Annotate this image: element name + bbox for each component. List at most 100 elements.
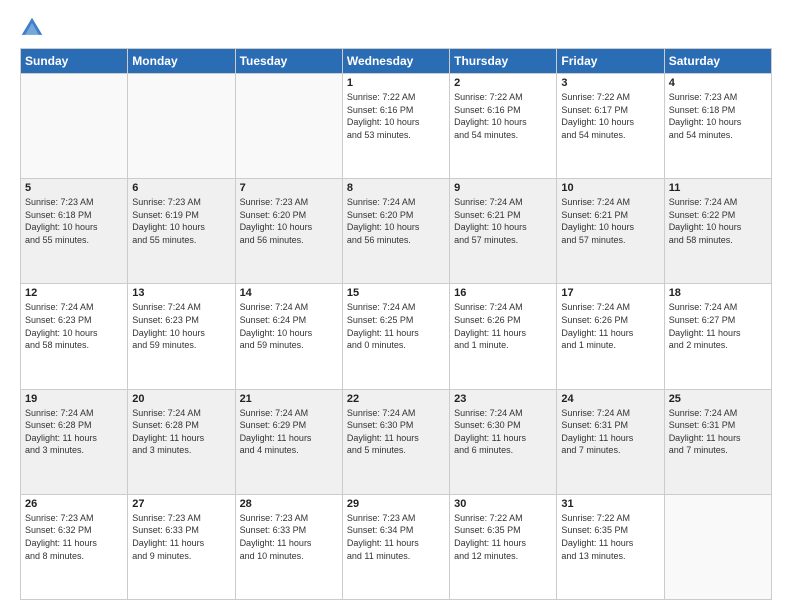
day-number: 27 bbox=[132, 498, 230, 510]
day-number: 10 bbox=[561, 182, 659, 194]
day-info: Sunrise: 7:24 AM Sunset: 6:22 PM Dayligh… bbox=[669, 196, 767, 246]
day-info: Sunrise: 7:24 AM Sunset: 6:24 PM Dayligh… bbox=[240, 301, 338, 351]
calendar-week-row: 26 Sunrise: 7:23 AM Sunset: 6:32 PM Dayli… bbox=[21, 494, 772, 599]
table-row: 21Sunrise: 7:24 AM Sunset: 6:29 PM Dayli… bbox=[235, 389, 342, 494]
day-info: Sunrise: 7:22 AM Sunset: 6:16 PM Dayligh… bbox=[454, 91, 552, 141]
day-info: Sunrise: 7:24 AM Sunset: 6:21 PM Dayligh… bbox=[561, 196, 659, 246]
day-info: Sunrise: 7:24 AM Sunset: 6:21 PM Dayligh… bbox=[454, 196, 552, 246]
table-row: 23 Sunrise: 7:24 AM Sunset: 6:30 PM Dayli… bbox=[450, 389, 557, 494]
day-info: Sunrise: 7:24 AM Sunset: 6:23 PM Dayligh… bbox=[132, 301, 230, 351]
day-info: Sunrise: 7:24 AM Sunset: 6:20 PM Dayligh… bbox=[347, 196, 445, 246]
day-number: 17 bbox=[561, 287, 659, 299]
day-info: Sunrise: 7:22 AM Sunset: 6:16 PM Dayligh… bbox=[347, 91, 445, 141]
day-number: 25 bbox=[669, 393, 767, 405]
day-info: Sunrise: 7:24 AM Sunset: 6:26 PM Dayligh… bbox=[454, 301, 552, 351]
day-number: 28 bbox=[240, 498, 338, 510]
table-row: 8 Sunrise: 7:24 AM Sunset: 6:20 PM Daylig… bbox=[342, 179, 449, 284]
day-number: 3 bbox=[561, 77, 659, 89]
calendar-week-row: 12Sunrise: 7:24 AM Sunset: 6:23 PM Dayli… bbox=[21, 284, 772, 389]
day-number: 4 bbox=[669, 77, 767, 89]
table-row: 2 Sunrise: 7:22 AM Sunset: 6:16 PM Daylig… bbox=[450, 74, 557, 179]
day-number: 31 bbox=[561, 498, 659, 510]
calendar: SundayMondayTuesdayWednesdayThursdayFrid… bbox=[20, 48, 772, 600]
day-number: 29 bbox=[347, 498, 445, 510]
table-row: 27 Sunrise: 7:23 AM Sunset: 6:33 PM Dayli… bbox=[128, 494, 235, 599]
table-row: 10 Sunrise: 7:24 AM Sunset: 6:21 PM Dayli… bbox=[557, 179, 664, 284]
day-info: Sunrise: 7:23 AM Sunset: 6:32 PM Dayligh… bbox=[25, 512, 123, 562]
table-row: 14 Sunrise: 7:24 AM Sunset: 6:24 PM Dayli… bbox=[235, 284, 342, 389]
day-info: Sunrise: 7:24 AM Sunset: 6:27 PM Dayligh… bbox=[669, 301, 767, 351]
day-number: 13 bbox=[132, 287, 230, 299]
table-row: 9 Sunrise: 7:24 AM Sunset: 6:21 PM Daylig… bbox=[450, 179, 557, 284]
day-info: Sunrise: 7:24 AM Sunset: 6:28 PM Dayligh… bbox=[132, 407, 230, 457]
table-row: 18 Sunrise: 7:24 AM Sunset: 6:27 PM Dayli… bbox=[664, 284, 771, 389]
day-number: 7 bbox=[240, 182, 338, 194]
table-row: 15 Sunrise: 7:24 AM Sunset: 6:25 PM Dayli… bbox=[342, 284, 449, 389]
day-number: 16 bbox=[454, 287, 552, 299]
weekday-header-tuesday: Tuesday bbox=[235, 49, 342, 74]
calendar-week-row: 19 Sunrise: 7:24 AM Sunset: 6:28 PM Dayli… bbox=[21, 389, 772, 494]
table-row: 1Sunrise: 7:22 AM Sunset: 6:16 PM Daylig… bbox=[342, 74, 449, 179]
logo-icon bbox=[20, 16, 44, 40]
day-number: 9 bbox=[454, 182, 552, 194]
weekday-header-row: SundayMondayTuesdayWednesdayThursdayFrid… bbox=[21, 49, 772, 74]
day-number: 20 bbox=[132, 393, 230, 405]
table-row: 3 Sunrise: 7:22 AM Sunset: 6:17 PM Daylig… bbox=[557, 74, 664, 179]
day-info: Sunrise: 7:23 AM Sunset: 6:34 PM Dayligh… bbox=[347, 512, 445, 562]
day-number: 21 bbox=[240, 393, 338, 405]
day-info: Sunrise: 7:24 AM Sunset: 6:30 PM Dayligh… bbox=[347, 407, 445, 457]
day-info: Sunrise: 7:24 AM Sunset: 6:30 PM Dayligh… bbox=[454, 407, 552, 457]
day-number: 15 bbox=[347, 287, 445, 299]
day-number: 30 bbox=[454, 498, 552, 510]
day-info: Sunrise: 7:22 AM Sunset: 6:35 PM Dayligh… bbox=[454, 512, 552, 562]
header bbox=[20, 16, 772, 40]
day-info: Sunrise: 7:24 AM Sunset: 6:31 PM Dayligh… bbox=[561, 407, 659, 457]
table-row: 31 Sunrise: 7:22 AM Sunset: 6:35 PM Dayli… bbox=[557, 494, 664, 599]
day-info: Sunrise: 7:23 AM Sunset: 6:18 PM Dayligh… bbox=[25, 196, 123, 246]
weekday-header-thursday: Thursday bbox=[450, 49, 557, 74]
table-row bbox=[664, 494, 771, 599]
day-number: 14 bbox=[240, 287, 338, 299]
day-info: Sunrise: 7:23 AM Sunset: 6:33 PM Dayligh… bbox=[240, 512, 338, 562]
day-info: Sunrise: 7:22 AM Sunset: 6:35 PM Dayligh… bbox=[561, 512, 659, 562]
day-number: 11 bbox=[669, 182, 767, 194]
day-number: 2 bbox=[454, 77, 552, 89]
table-row: 19 Sunrise: 7:24 AM Sunset: 6:28 PM Dayli… bbox=[21, 389, 128, 494]
table-row: 4 Sunrise: 7:23 AM Sunset: 6:18 PM Daylig… bbox=[664, 74, 771, 179]
day-info: Sunrise: 7:23 AM Sunset: 6:18 PM Dayligh… bbox=[669, 91, 767, 141]
table-row: 12Sunrise: 7:24 AM Sunset: 6:23 PM Dayli… bbox=[21, 284, 128, 389]
day-number: 18 bbox=[669, 287, 767, 299]
day-info: Sunrise: 7:22 AM Sunset: 6:17 PM Dayligh… bbox=[561, 91, 659, 141]
day-info: Sunrise: 7:24 AM Sunset: 6:31 PM Dayligh… bbox=[669, 407, 767, 457]
day-info: Sunrise: 7:24 AM Sunset: 6:26 PM Dayligh… bbox=[561, 301, 659, 351]
table-row: 28 Sunrise: 7:23 AM Sunset: 6:33 PM Dayli… bbox=[235, 494, 342, 599]
day-number: 5 bbox=[25, 182, 123, 194]
table-row: 17 Sunrise: 7:24 AM Sunset: 6:26 PM Dayli… bbox=[557, 284, 664, 389]
page: SundayMondayTuesdayWednesdayThursdayFrid… bbox=[0, 0, 792, 612]
weekday-header-saturday: Saturday bbox=[664, 49, 771, 74]
table-row: 22Sunrise: 7:24 AM Sunset: 6:30 PM Dayli… bbox=[342, 389, 449, 494]
day-info: Sunrise: 7:23 AM Sunset: 6:20 PM Dayligh… bbox=[240, 196, 338, 246]
table-row: 30 Sunrise: 7:22 AM Sunset: 6:35 PM Dayli… bbox=[450, 494, 557, 599]
table-row: 11 Sunrise: 7:24 AM Sunset: 6:22 PM Dayli… bbox=[664, 179, 771, 284]
day-number: 8 bbox=[347, 182, 445, 194]
day-number: 19 bbox=[25, 393, 123, 405]
day-number: 26 bbox=[25, 498, 123, 510]
day-number: 24 bbox=[561, 393, 659, 405]
day-info: Sunrise: 7:24 AM Sunset: 6:25 PM Dayligh… bbox=[347, 301, 445, 351]
day-info: Sunrise: 7:24 AM Sunset: 6:28 PM Dayligh… bbox=[25, 407, 123, 457]
table-row bbox=[128, 74, 235, 179]
weekday-header-friday: Friday bbox=[557, 49, 664, 74]
weekday-header-wednesday: Wednesday bbox=[342, 49, 449, 74]
table-row: 16 Sunrise: 7:24 AM Sunset: 6:26 PM Dayli… bbox=[450, 284, 557, 389]
day-number: 23 bbox=[454, 393, 552, 405]
logo bbox=[20, 16, 48, 40]
day-info: Sunrise: 7:23 AM Sunset: 6:33 PM Dayligh… bbox=[132, 512, 230, 562]
table-row: 5 Sunrise: 7:23 AM Sunset: 6:18 PM Daylig… bbox=[21, 179, 128, 284]
day-number: 6 bbox=[132, 182, 230, 194]
table-row: 29 Sunrise: 7:23 AM Sunset: 6:34 PM Dayli… bbox=[342, 494, 449, 599]
table-row: 13 Sunrise: 7:24 AM Sunset: 6:23 PM Dayli… bbox=[128, 284, 235, 389]
table-row: 7 Sunrise: 7:23 AM Sunset: 6:20 PM Daylig… bbox=[235, 179, 342, 284]
day-info: Sunrise: 7:24 AM Sunset: 6:23 PM Dayligh… bbox=[25, 301, 123, 351]
table-row: 24 Sunrise: 7:24 AM Sunset: 6:31 PM Dayli… bbox=[557, 389, 664, 494]
